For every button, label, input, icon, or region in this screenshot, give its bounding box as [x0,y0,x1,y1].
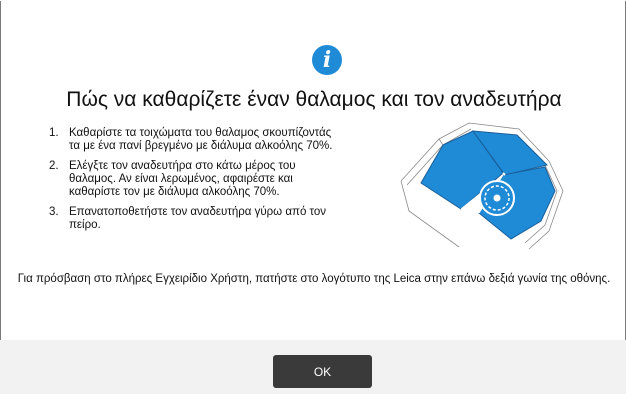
step-item: 1. Καθαρίστε τα τοιχώματα του θαλαμος σκ… [49,127,339,153]
instruction-dialog: i Πώς να καθαρίζετε έναν θαλαμος και τον… [0,0,626,394]
step-text: Καθαρίστε τα τοιχώματα του θαλαμος σκουπ… [69,127,333,152]
info-icon: i [312,45,342,75]
step-text: Επανατοποθετήστε τον αναδευτήρα γύρω από… [69,206,327,231]
dialog-title: Πώς να καθαρίζετε έναν θαλαμος και τον α… [66,88,562,111]
manual-note: Για πρόσβαση στο πλήρες Εγχειρίδιο Χρήστ… [17,273,611,285]
step-item: 2. Ελέγξτε τον αναδευτήρα στο κάτω μέρος… [49,160,339,199]
ok-button[interactable]: OK [273,355,372,388]
step-number: 3. [49,206,59,218]
step-text: Ελέγξτε τον αναδευτήρα στο κάτω μέρος το… [69,160,296,198]
chamber-stirrer-diagram [400,122,564,250]
steps-list: 1. Καθαρίστε τα τοιχώματα του θαλαμος σκ… [49,127,339,239]
step-number: 1. [49,127,59,139]
step-number: 2. [49,160,59,172]
step-item: 3. Επανατοποθετήστε τον αναδευτήρα γύρω … [49,206,339,232]
